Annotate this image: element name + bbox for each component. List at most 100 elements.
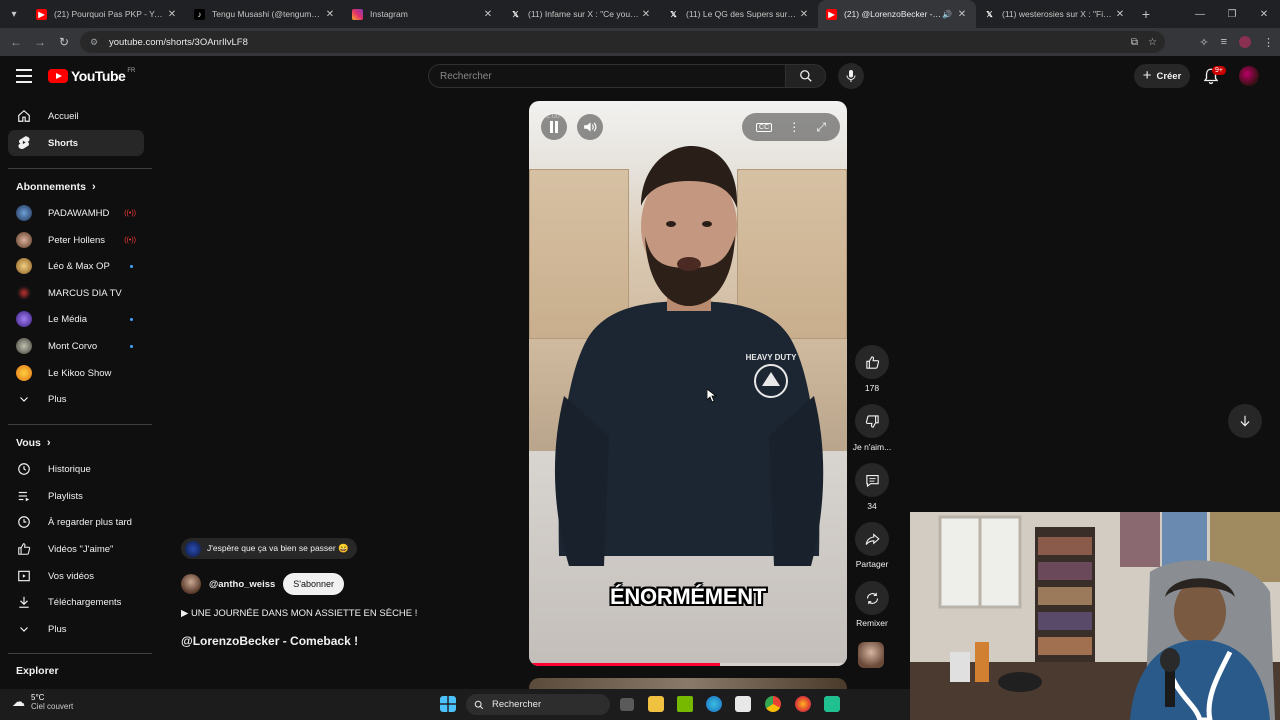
browser-tab[interactable]: 𝕏 (11) westerosies sur X : "First lo ✕ xyxy=(976,0,1134,28)
app-icon[interactable] xyxy=(824,696,840,712)
youtube-logo[interactable]: YouTube FR xyxy=(48,68,135,84)
sidebar-subs-more[interactable]: Plus xyxy=(8,386,144,412)
window-controls: — ❐ ✕ xyxy=(1184,0,1280,28)
new-content-dot xyxy=(130,317,133,321)
forward-arrow-icon[interactable]: → xyxy=(28,35,52,49)
video-progress-bar[interactable] xyxy=(529,663,847,666)
nvidia-icon[interactable] xyxy=(677,696,693,712)
account-avatar[interactable] xyxy=(1239,66,1259,86)
sidebar-item-history[interactable]: Historique xyxy=(8,456,144,482)
sidebar-sub-item[interactable]: MARCUS DIA TV xyxy=(8,280,144,306)
search-input[interactable]: Rechercher xyxy=(428,64,786,88)
channel-avatar[interactable] xyxy=(181,574,201,594)
sidebar-item-downloads[interactable]: Téléchargements xyxy=(8,589,144,615)
site-info-icon[interactable]: ⚙ xyxy=(88,36,100,48)
close-tab-icon[interactable]: ✕ xyxy=(324,9,336,20)
short-video-player[interactable]: HEAVY DUTY CC ⋮ ⤢ ÉNORMÉMENT xyxy=(529,101,847,666)
chrome-icon[interactable] xyxy=(765,696,781,712)
file-explorer-icon[interactable] xyxy=(648,696,664,712)
sidebar-sub-item[interactable]: Peter Hollens ((•)) xyxy=(8,227,144,253)
chevron-down-icon xyxy=(16,621,32,637)
profile-icon[interactable] xyxy=(1239,36,1251,48)
fullscreen-icon[interactable]: ⤢ xyxy=(816,120,826,135)
windows-start-icon[interactable] xyxy=(440,696,456,712)
more-options-icon[interactable]: ⋮ xyxy=(788,120,800,134)
browser-tab-strip: ▾ ▶ (21) Pourquoi Pas PKP - YouTube ✕ ♪ … xyxy=(0,0,1280,28)
sidebar-item-your-videos[interactable]: Vos vidéos xyxy=(8,563,144,589)
sidebar-item-liked-videos[interactable]: Vidéos "J'aime" xyxy=(8,536,144,562)
hamburger-menu-icon[interactable] xyxy=(16,69,32,83)
close-tab-icon[interactable]: ✕ xyxy=(166,9,178,20)
address-bar[interactable]: ⚙ youtube.com/shorts/3OAnrIlvLF8 ⧉ ☆ xyxy=(80,31,1165,53)
taskbar-search[interactable]: Rechercher xyxy=(466,694,610,715)
channel-name[interactable]: @antho_weiss xyxy=(209,579,275,590)
sidebar-sub-item[interactable]: Léo & Max OP xyxy=(8,253,144,279)
weather-text: 5°C Ciel couvert xyxy=(31,693,74,711)
thumbs-up-icon xyxy=(16,541,32,557)
close-tab-icon[interactable]: ✕ xyxy=(640,9,652,20)
reload-icon[interactable]: ↻ xyxy=(52,35,76,49)
browser-tab[interactable]: ▶ (21) Pourquoi Pas PKP - YouTube ✕ xyxy=(28,0,186,28)
like-button[interactable] xyxy=(855,345,889,379)
dislike-button[interactable] xyxy=(855,404,889,438)
tab-search-chevron-icon[interactable]: ▾ xyxy=(0,0,28,28)
create-button[interactable]: + Créer xyxy=(1134,64,1190,88)
share-button[interactable] xyxy=(855,522,889,556)
sidebar-you-more[interactable]: Plus xyxy=(8,616,144,642)
maximize-icon[interactable]: ❐ xyxy=(1216,0,1248,28)
next-short-button[interactable] xyxy=(1228,404,1262,438)
sidebar-item-home[interactable]: Accueil xyxy=(8,103,144,129)
playlist-link[interactable]: ▶ UNE JOURNÉE DANS MON ASSIETTE EN SÈCHE… xyxy=(181,608,417,619)
browser-tab[interactable]: ♪ Tengu Musashi (@tengumusashi) ✕ xyxy=(186,0,344,28)
close-tab-icon[interactable]: ✕ xyxy=(798,9,810,20)
dislike-label: Je n'aim... xyxy=(852,442,892,452)
voice-search-button[interactable] xyxy=(838,63,864,89)
edge-icon[interactable] xyxy=(706,696,722,712)
webcam-scene xyxy=(910,512,1280,720)
sidebar-sub-item[interactable]: Le Kikoo Show xyxy=(8,360,144,386)
volume-button[interactable] xyxy=(577,114,603,140)
task-view-icon[interactable] xyxy=(620,698,634,711)
close-window-icon[interactable]: ✕ xyxy=(1248,0,1280,28)
subscribe-button[interactable]: S'abonner xyxy=(283,573,345,595)
search-button[interactable] xyxy=(786,64,826,88)
store-icon[interactable] xyxy=(735,696,751,712)
subscriptions-heading[interactable]: Abonnements › xyxy=(16,181,96,193)
you-heading[interactable]: Vous › xyxy=(16,437,51,449)
close-tab-icon[interactable]: ✕ xyxy=(482,9,494,20)
mouse-cursor-icon xyxy=(707,389,717,403)
browser-menu-icon[interactable]: ⋮ xyxy=(1263,36,1274,49)
audio-source-avatar[interactable] xyxy=(858,642,884,668)
weather-widget[interactable]: ☁ 5°C Ciel couvert xyxy=(12,693,73,711)
sidebar-sub-item[interactable]: Mont Corvo xyxy=(8,333,144,359)
captions-cc-icon[interactable]: CC xyxy=(756,122,773,132)
plus-icon: + xyxy=(1142,66,1152,84)
bookmark-star-icon[interactable]: ☆ xyxy=(1148,37,1157,48)
close-tab-icon[interactable]: ✕ xyxy=(1114,9,1126,20)
sidebar-item-watch-later[interactable]: À regarder plus tard xyxy=(8,509,144,535)
pinned-comment-pill[interactable]: J'espère que ça va bien se passer 😄 xyxy=(181,538,357,559)
history-icon xyxy=(16,461,32,477)
browser-tab[interactable]: 𝕏 (11) Le QG des Supers sur X : " ✕ xyxy=(660,0,818,28)
close-tab-icon[interactable]: ✕ xyxy=(956,9,968,20)
audio-playing-icon[interactable]: 🔊 xyxy=(942,10,952,19)
comments-button[interactable] xyxy=(855,463,889,497)
install-app-icon[interactable]: ⧉ xyxy=(1131,37,1138,48)
back-arrow-icon[interactable]: ← xyxy=(4,35,28,49)
sidebar-item-shorts[interactable]: Shorts xyxy=(8,130,144,156)
channel-avatar xyxy=(16,311,32,327)
sidebar-sub-item[interactable]: PADAWAMHD ((•)) xyxy=(8,200,144,226)
browser-tab[interactable]: 𝕏 (11) Infame sur X : "Ce youtube ✕ xyxy=(502,0,660,28)
extensions-icon[interactable]: ✧ xyxy=(1199,36,1208,49)
remix-button[interactable] xyxy=(855,581,889,615)
minimize-icon[interactable]: — xyxy=(1184,0,1216,28)
sidebar-sub-item[interactable]: Le Média xyxy=(8,306,144,332)
browser-tab-active[interactable]: ▶ (21) @LorenzoBecker - Comeback 🔊 ✕ xyxy=(818,0,976,28)
browser-tab[interactable]: Instagram ✕ xyxy=(344,0,502,28)
new-tab-button[interactable]: + xyxy=(1134,6,1158,22)
sidebar-divider xyxy=(8,424,152,425)
firefox-icon[interactable] xyxy=(795,696,811,712)
microphone-icon xyxy=(846,70,856,82)
reading-list-icon[interactable]: ≡ xyxy=(1221,36,1227,48)
sidebar-item-playlists[interactable]: Playlists xyxy=(8,483,144,509)
